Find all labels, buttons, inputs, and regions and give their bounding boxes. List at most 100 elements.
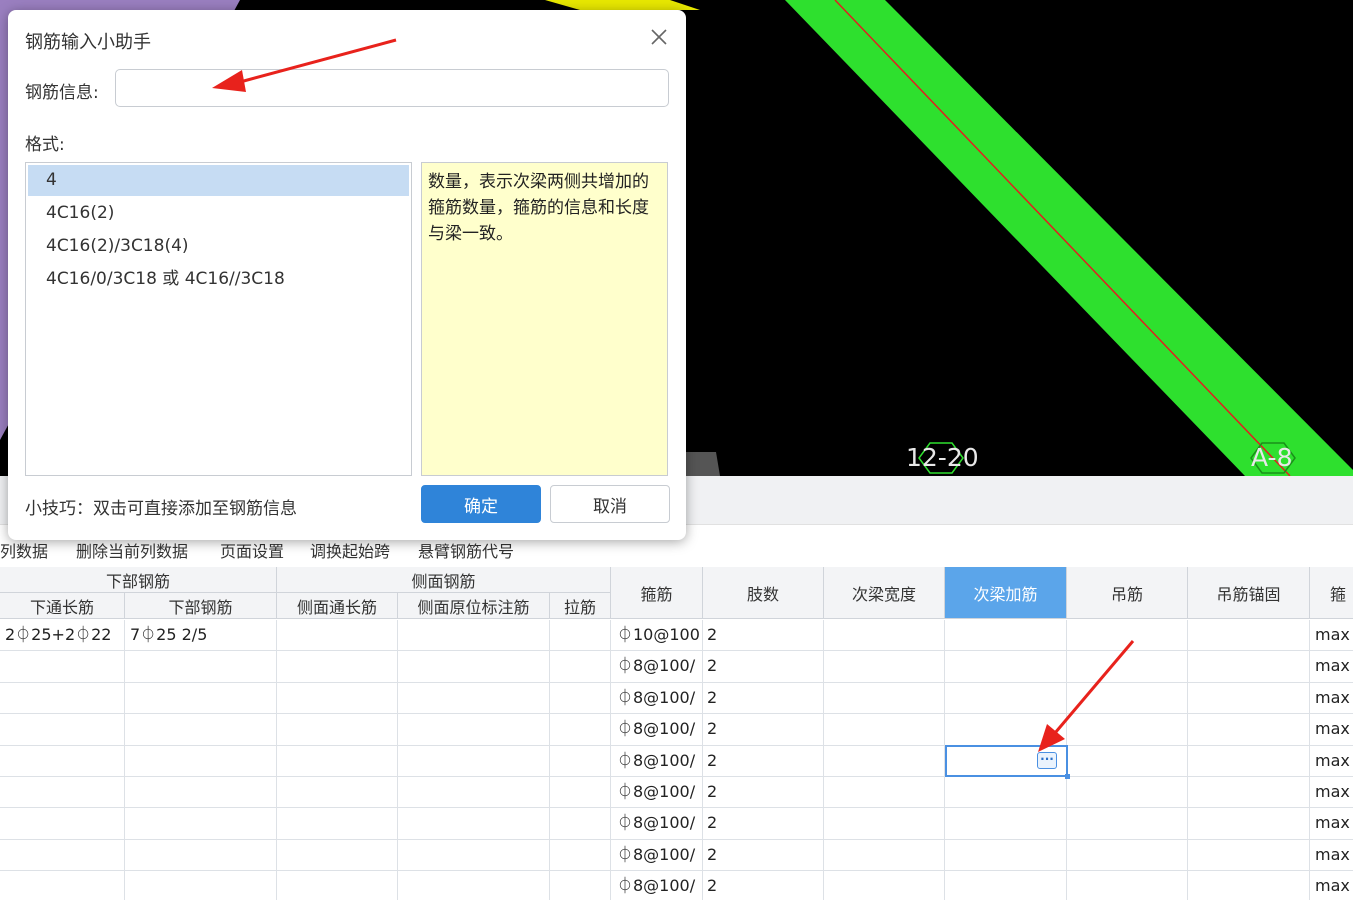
format-list-item[interactable]: 4C16(2) — [28, 198, 409, 229]
cell-stirrup-extra[interactable]: max — [1310, 651, 1353, 683]
cell-secondary-beam-extra[interactable] — [945, 682, 1067, 715]
cell-hanger-bar[interactable] — [1067, 682, 1188, 715]
cell-tie-bar[interactable] — [550, 745, 611, 777]
cell-stirrup-extra[interactable]: max — [1310, 871, 1353, 900]
cell-tie-bar[interactable] — [550, 714, 611, 746]
cell-hanger-bar[interactable] — [1067, 777, 1188, 809]
cell-side-through[interactable] — [277, 714, 398, 746]
cell-hanger-bar[interactable] — [1067, 620, 1188, 652]
cell-side-in-situ[interactable] — [398, 871, 550, 900]
cell-bottom-through[interactable] — [0, 682, 125, 715]
cell-legs[interactable]: 2 — [703, 808, 824, 840]
cell-stirrup[interactable]: ⏀8@100/ — [611, 871, 703, 900]
cell-hanger-anchor[interactable] — [1188, 839, 1310, 872]
cell-secondary-beam-width[interactable] — [824, 777, 945, 809]
cell-hanger-anchor[interactable] — [1188, 777, 1310, 809]
rebar-info-input[interactable] — [115, 69, 669, 107]
cell-stirrup[interactable]: ⏀8@100/ — [611, 777, 703, 809]
cell-secondary-beam-width[interactable] — [824, 871, 945, 900]
cell-legs[interactable]: 2 — [703, 651, 824, 683]
cell-hanger-anchor[interactable] — [1188, 714, 1310, 746]
cell-legs[interactable]: 2 — [703, 682, 824, 715]
cell-secondary-beam-extra[interactable] — [945, 651, 1067, 683]
cell-stirrup[interactable]: ⏀8@100/ — [611, 682, 703, 715]
cell-secondary-beam-extra[interactable] — [945, 620, 1067, 652]
cell-hanger-anchor[interactable] — [1188, 808, 1310, 840]
cell-secondary-beam-extra[interactable] — [945, 808, 1067, 840]
cell-stirrup[interactable]: ⏀8@100/ — [611, 745, 703, 777]
cell-secondary-beam-extra[interactable] — [945, 839, 1067, 872]
cell-stirrup[interactable]: ⏀8@100/ — [611, 651, 703, 683]
cell-hanger-bar[interactable] — [1067, 808, 1188, 840]
cell-bottom-through[interactable]: 2⏀25+2⏀22 — [0, 620, 125, 652]
cell-hanger-anchor[interactable] — [1188, 651, 1310, 683]
cell-hanger-anchor[interactable] — [1188, 871, 1310, 900]
cell-side-in-situ[interactable] — [398, 714, 550, 746]
toolbar-item-cantilever-code[interactable]: 悬臂钢筋代号 — [418, 538, 514, 562]
cell-side-in-situ[interactable] — [398, 777, 550, 809]
cell-hanger-bar[interactable] — [1067, 714, 1188, 746]
cell-legs[interactable]: 2 — [703, 620, 824, 652]
cell-bottom-rebar[interactable] — [125, 839, 277, 872]
cell-side-through[interactable] — [277, 808, 398, 840]
cell-bottom-through[interactable] — [0, 714, 125, 746]
cell-stirrup-extra[interactable]: max — [1310, 714, 1353, 746]
cell-side-in-situ[interactable] — [398, 839, 550, 872]
cell-stirrup-extra[interactable]: max — [1310, 620, 1353, 652]
ellipsis-button[interactable]: ··· — [1037, 751, 1057, 769]
cell-secondary-beam-width[interactable] — [824, 745, 945, 777]
cell-side-through[interactable] — [277, 682, 398, 715]
cell-stirrup-extra[interactable]: max — [1310, 840, 1353, 872]
cell-hanger-anchor[interactable] — [1188, 745, 1310, 777]
cell-bottom-through[interactable] — [0, 839, 125, 872]
cell-legs[interactable]: 2 — [703, 871, 824, 900]
cell-stirrup-extra[interactable]: max — [1310, 683, 1353, 715]
cell-secondary-beam-width[interactable] — [824, 839, 945, 872]
cell-hanger-bar[interactable] — [1067, 871, 1188, 900]
cell-bottom-through[interactable] — [0, 651, 125, 683]
header-legs[interactable]: 肢数 — [703, 567, 824, 619]
format-list-item[interactable]: 4 — [28, 165, 409, 196]
cell-tie-bar[interactable] — [550, 777, 611, 809]
header-bottom-through[interactable]: 下通长筋 — [0, 593, 125, 619]
header-stirrup-extra[interactable]: 箍 — [1310, 567, 1353, 619]
cell-secondary-beam-extra[interactable] — [945, 871, 1067, 900]
toolbar-item-column-data[interactable]: 列数据 — [0, 538, 48, 562]
cell-bottom-rebar[interactable] — [125, 745, 277, 777]
close-icon[interactable] — [648, 26, 670, 48]
toolbar-item-page-setup[interactable]: 页面设置 — [220, 538, 284, 562]
cell-bottom-rebar[interactable] — [125, 808, 277, 840]
fill-handle[interactable] — [1065, 774, 1070, 779]
cell-stirrup[interactable]: ⏀8@100/ — [611, 808, 703, 840]
cell-bottom-rebar[interactable] — [125, 777, 277, 809]
cell-side-through[interactable] — [277, 745, 398, 777]
cell-stirrup-extra[interactable]: max — [1310, 777, 1353, 809]
cell-secondary-beam-extra[interactable] — [945, 777, 1067, 809]
header-secondary-beam-extra[interactable]: 次梁加筋 — [945, 567, 1067, 619]
cell-bottom-through[interactable] — [0, 745, 125, 777]
cell-legs[interactable]: 2 — [703, 777, 824, 809]
cell-bottom-rebar[interactable] — [125, 651, 277, 683]
cell-side-in-situ[interactable] — [398, 620, 550, 652]
cell-legs[interactable]: 2 — [703, 714, 824, 746]
cell-tie-bar[interactable] — [550, 808, 611, 840]
cell-hanger-bar[interactable] — [1067, 839, 1188, 872]
format-list-item[interactable]: 4C16/0/3C18 或 4C16//3C18 — [28, 264, 409, 295]
cell-bottom-through[interactable] — [0, 777, 125, 809]
header-hanger-anchor[interactable]: 吊筋锚固 — [1188, 567, 1310, 619]
cell-side-through[interactable] — [277, 777, 398, 809]
toolbar-item-swap-start-span[interactable]: 调换起始跨 — [310, 538, 390, 562]
cell-legs[interactable]: 2 — [703, 745, 824, 777]
cell-bottom-through[interactable] — [0, 808, 125, 840]
format-list[interactable]: 4 4C16(2) 4C16(2)/3C18(4) 4C16/0/3C18 或 … — [25, 162, 412, 476]
toolbar-item-delete-column[interactable]: 删除当前列数据 — [76, 538, 188, 562]
cell-tie-bar[interactable] — [550, 682, 611, 715]
cell-side-in-situ[interactable] — [398, 682, 550, 715]
cell-hanger-bar[interactable] — [1067, 745, 1188, 777]
cell-secondary-beam-width[interactable] — [824, 714, 945, 746]
cell-hanger-anchor[interactable] — [1188, 620, 1310, 652]
cell-tie-bar[interactable] — [550, 620, 611, 652]
cell-legs[interactable]: 2 — [703, 839, 824, 872]
cell-side-through[interactable] — [277, 651, 398, 683]
header-secondary-beam-width[interactable]: 次梁宽度 — [824, 567, 945, 619]
